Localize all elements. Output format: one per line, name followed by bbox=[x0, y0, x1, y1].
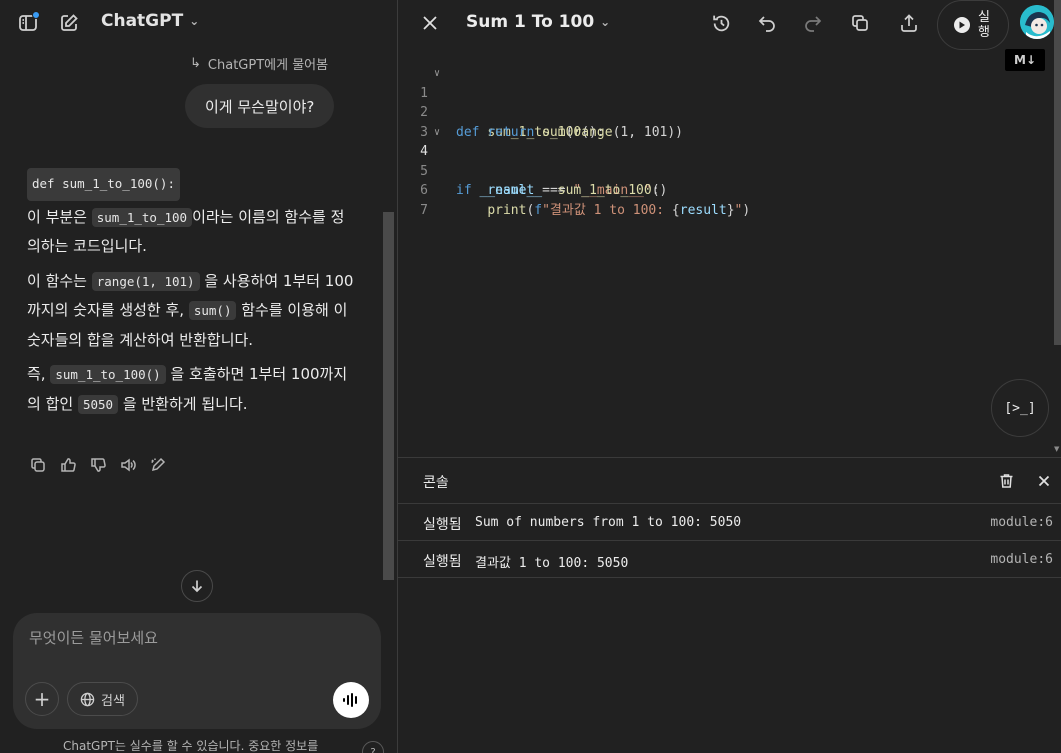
answer-text: 즉, bbox=[27, 365, 51, 383]
code-line-text: print(f"결과값 1 to 100: {result}") bbox=[487, 202, 751, 218]
run-label: 실행 bbox=[978, 10, 990, 40]
line-number: 7 bbox=[420, 202, 428, 218]
code-line: 5 result = sum_1_to_100() bbox=[398, 142, 1053, 199]
console-message: 결과값 1 to 100: 5050 bbox=[475, 556, 629, 571]
help-button[interactable]: ? bbox=[362, 741, 384, 753]
avatar[interactable] bbox=[1020, 5, 1054, 39]
code-line: 2 return sum(range(1, 101)) bbox=[398, 84, 1053, 140]
chat-panel: ChatGPT ⌄ ↳ ChatGPT에게 물어봄 이게 무슨말이야? def … bbox=[0, 0, 397, 753]
disclaimer-text: ChatGPT는 실수를 할 수 있습니다. 중요한 정보를 bbox=[63, 739, 319, 753]
undo-icon[interactable] bbox=[755, 11, 779, 35]
console-title: 콘솔 bbox=[423, 475, 449, 491]
reply-arrow-icon: ↳ bbox=[190, 56, 201, 71]
inline-code: sum() bbox=[188, 301, 237, 320]
console-source[interactable]: module:6 bbox=[990, 515, 1053, 530]
user-message-bubble: 이게 무슨말이야? bbox=[185, 84, 335, 128]
run-button[interactable]: 실행 bbox=[937, 0, 1009, 50]
voice-waveform-icon bbox=[343, 693, 357, 707]
answer-text: 이 부분은 bbox=[27, 207, 92, 226]
copy-icon[interactable] bbox=[848, 11, 872, 35]
arrow-down-icon bbox=[191, 580, 203, 593]
console-message: Sum of numbers from 1 to 100: 5050 bbox=[475, 515, 742, 530]
fold-chevron-icon[interactable]: ∨ bbox=[434, 123, 440, 143]
answer-text: 이 함수는 bbox=[27, 271, 92, 290]
search-button[interactable]: 검색 bbox=[67, 682, 138, 716]
edit-in-canvas-icon[interactable] bbox=[149, 456, 166, 473]
answer-text: 을 반환하게 됩니다. bbox=[118, 394, 248, 413]
terminal-icon: [>_] bbox=[1004, 400, 1036, 416]
run-status: 실행됨 bbox=[423, 554, 462, 570]
chevron-down-icon: ⌄ bbox=[189, 14, 200, 28]
chevron-down-icon: ⌄ bbox=[600, 15, 611, 29]
canvas-title[interactable]: Sum 1 To 100 ⌄ bbox=[466, 12, 610, 32]
close-console-icon[interactable] bbox=[1034, 471, 1054, 491]
search-label: 검색 bbox=[101, 693, 125, 709]
brand-label: ChatGPT bbox=[101, 11, 184, 31]
console-panel: 콘솔 실행됨 Sum of numbers from 1 to 100: 505… bbox=[398, 457, 1061, 753]
code-line: 7 bbox=[398, 181, 1053, 218]
message-actions bbox=[29, 456, 166, 473]
chat-topbar: ChatGPT ⌄ bbox=[0, 0, 397, 46]
fold-chevron-icon[interactable]: ∨ bbox=[434, 64, 440, 84]
console-row: 실행됨 결과값 1 to 100: 5050 module:6 bbox=[398, 541, 1061, 578]
new-chat-icon[interactable] bbox=[58, 12, 80, 34]
thumbs-up-icon[interactable] bbox=[59, 456, 76, 473]
read-aloud-icon[interactable] bbox=[119, 456, 136, 473]
model-selector[interactable]: ChatGPT ⌄ bbox=[101, 11, 199, 31]
canvas-panel: Sum 1 To 100 ⌄ 실행 M↓ 1 ∨ def sum_1_to_10… bbox=[398, 0, 1061, 753]
answer-paragraph-2: 이 함수는 range(1, 101) 을 사용하여 1부터 100까지의 숫자… bbox=[27, 267, 357, 355]
composer-input[interactable]: 무엇이든 물어보세요 bbox=[29, 627, 158, 648]
voice-mode-button[interactable] bbox=[333, 682, 369, 718]
notification-dot bbox=[32, 11, 40, 19]
answer-paragraph-3: 즉, sum_1_to_100() 을 호출하면 1부터 100까지의 합인 5… bbox=[27, 360, 357, 419]
history-icon[interactable] bbox=[709, 11, 733, 35]
console-header: 콘솔 bbox=[398, 458, 1061, 504]
trash-icon[interactable] bbox=[996, 471, 1016, 491]
code-line: 4 ∨ if __name__ == "__main__": bbox=[398, 123, 1053, 199]
console-row: 실행됨 Sum of numbers from 1 to 100: 5050 m… bbox=[398, 504, 1061, 541]
inline-code: sum_1_to_100() bbox=[50, 365, 166, 384]
code-actions-button[interactable]: [>_] bbox=[991, 379, 1049, 437]
run-status: 실행됨 bbox=[423, 517, 462, 533]
scroll-arrow-icon[interactable]: ▼ bbox=[1054, 445, 1061, 453]
plus-icon: + bbox=[33, 687, 51, 711]
inline-code: sum_1_to_100 bbox=[91, 207, 193, 227]
code-line: 3 bbox=[398, 103, 1053, 140]
asked-label-text: ChatGPT에게 물어봄 bbox=[207, 58, 329, 73]
editor-scrollbar[interactable] bbox=[1054, 0, 1061, 345]
assistant-answer: def sum_1_to_100(): 이 부분은 sum_1_to_100 이라… bbox=[27, 168, 357, 425]
thumbs-down-icon[interactable] bbox=[89, 456, 106, 473]
message-composer: 무엇이든 물어보세요 + 검색 bbox=[13, 613, 381, 729]
attach-button[interactable]: + bbox=[25, 682, 59, 716]
share-icon[interactable] bbox=[897, 11, 921, 35]
play-icon bbox=[954, 17, 970, 33]
code-editor[interactable]: 1 ∨ def sum_1_to_100(): 2 return sum(ran… bbox=[398, 64, 1053, 218]
canvas-title-text: Sum 1 To 100 bbox=[466, 12, 595, 32]
redo-icon[interactable] bbox=[801, 11, 825, 35]
close-icon[interactable] bbox=[419, 12, 441, 34]
globe-icon bbox=[80, 692, 95, 706]
asked-chatgpt-label: ↳ ChatGPT에게 물어봄 bbox=[190, 54, 328, 73]
answer-header-code: def sum_1_to_100(): bbox=[27, 168, 180, 201]
chat-scrollbar[interactable] bbox=[383, 212, 394, 580]
answer-paragraph-1: 이 부분은 sum_1_to_100 이라는 이름의 함수를 정의하는 코드입니다… bbox=[27, 203, 357, 261]
code-line: 1 ∨ def sum_1_to_100(): bbox=[398, 64, 1053, 140]
console-source[interactable]: module:6 bbox=[990, 552, 1053, 567]
inline-code: range(1, 101) bbox=[91, 271, 200, 291]
scroll-to-bottom-button[interactable] bbox=[181, 570, 213, 602]
copy-icon[interactable] bbox=[29, 456, 46, 473]
inline-code: 5050 bbox=[77, 394, 119, 414]
code-line: 6 print(f"결과값 1 to 100: {result}") bbox=[398, 162, 1053, 218]
